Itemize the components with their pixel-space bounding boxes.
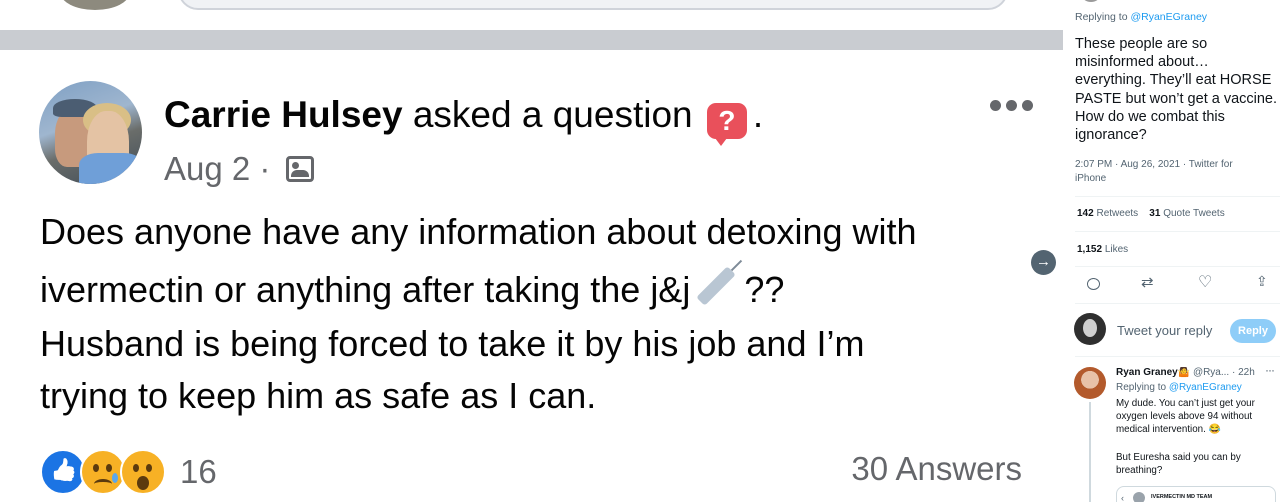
- dot: [990, 100, 1001, 111]
- post-date[interactable]: Aug 2: [164, 150, 250, 187]
- reply-text-2: But Euresha said you can by breathing?: [1116, 452, 1241, 477]
- post-line-2: ivermectin or anything after taking the …: [40, 259, 1040, 319]
- likes-count: 1,152: [1077, 244, 1103, 255]
- share-icon[interactable]: [1255, 273, 1271, 292]
- post-divider: [0, 30, 1063, 50]
- reply-replying-prefix: Replying to: [1116, 382, 1167, 393]
- retweets-label: Retweets: [1096, 208, 1139, 219]
- quote-label: Quote Tweets: [1163, 208, 1225, 219]
- retweets-count: 142: [1077, 208, 1094, 219]
- embedded-card[interactable]: ‹ IVERMECTIN MD TEAM: [1116, 486, 1276, 502]
- chevron-left-icon[interactable]: ‹: [1121, 493, 1124, 502]
- commenter-avatar: [60, 0, 130, 10]
- post-header: Carrie Hulsey asked a question ?.: [164, 94, 764, 146]
- comment-bar-fragment: [0, 0, 1063, 30]
- post-line-2-suffix: ??: [744, 269, 785, 310]
- divider: [1075, 356, 1280, 357]
- reactions-summary[interactable]: 16: [40, 449, 217, 495]
- post-body: Does anyone have any information about d…: [40, 204, 1040, 423]
- thread-line: [1089, 402, 1091, 502]
- tear: [112, 473, 118, 483]
- divider: [1075, 266, 1280, 267]
- dot: [1022, 100, 1033, 111]
- likes-label: Likes: [1104, 244, 1129, 255]
- eye: [146, 464, 152, 472]
- mouth: [137, 476, 149, 490]
- meta-separator: ·: [259, 150, 271, 187]
- twitter-thread-panel: Replying to @RyanEGraney These people ar…: [1063, 0, 1280, 502]
- divider: [1075, 196, 1280, 197]
- card-label: IVERMECTIN MD TEAM: [1151, 494, 1213, 500]
- answers-count[interactable]: 30 Answers: [851, 450, 1022, 488]
- reply-replying-handle[interactable]: @RyanEGraney: [1169, 382, 1242, 393]
- reply-replying-to: Replying to @RyanEGraney: [1116, 382, 1242, 393]
- reply-more-icon[interactable]: ···: [1265, 363, 1275, 377]
- reaction-count: 16: [180, 453, 217, 490]
- replying-handle-link[interactable]: @RyanEGraney: [1130, 11, 1207, 23]
- tweet-timestamp[interactable]: 2:07 PM · Aug 26, 2021 · Twitter for iPh…: [1075, 158, 1265, 185]
- eye: [93, 464, 99, 472]
- heart-icon[interactable]: [1198, 272, 1214, 292]
- reply-author-name[interactable]: Ryan Graney🤷: [1116, 367, 1190, 378]
- author-avatar[interactable]: [39, 81, 142, 184]
- comment-input-fragment[interactable]: [178, 0, 1008, 10]
- eye: [133, 464, 139, 472]
- retweet-stats[interactable]: 142 Retweets 31 Quote Tweets: [1077, 208, 1225, 219]
- trailing-period: .: [752, 94, 764, 135]
- post-action: asked a question: [412, 94, 693, 135]
- reply-button[interactable]: Reply: [1230, 319, 1276, 343]
- facebook-post-screenshot: Carrie Hulsey asked a question ?. Aug 2 …: [0, 0, 1063, 502]
- wow-reaction-icon: [120, 449, 166, 495]
- reply-author-avatar[interactable]: [1074, 367, 1106, 399]
- replying-to: Replying to @RyanEGraney: [1075, 11, 1207, 23]
- current-user-avatar[interactable]: [1074, 313, 1106, 345]
- replying-prefix: Replying to: [1075, 11, 1128, 23]
- reply-icon[interactable]: [1087, 278, 1100, 290]
- post-line-3: Husband is being forced to take it by hi…: [40, 323, 865, 364]
- divider: [1075, 303, 1280, 304]
- eye: [106, 464, 112, 472]
- question-icon: ?: [706, 103, 747, 146]
- retweet-icon[interactable]: [1141, 273, 1157, 292]
- likes-stats[interactable]: 1,152 Likes: [1077, 244, 1128, 255]
- card-avatar: [1133, 492, 1145, 502]
- post-line-2-text: ivermectin or anything after taking the …: [40, 269, 691, 310]
- tweet-text: These people are so misinformed about… e…: [1075, 36, 1278, 144]
- post-line-4: trying to keep him as safe as I can.: [40, 375, 597, 416]
- reply-handle-time: @Rya... · 22h: [1192, 367, 1255, 378]
- reply-compose-input[interactable]: Tweet your reply: [1117, 323, 1212, 338]
- syringe-icon: [696, 266, 737, 306]
- more-options-icon[interactable]: [990, 100, 1033, 111]
- divider: [1075, 231, 1280, 232]
- author-avatar-fragment: [1083, 0, 1099, 2]
- quote-count: 31: [1149, 208, 1161, 219]
- tweet-actions: [1087, 272, 1271, 292]
- avatar-shirt: [79, 153, 142, 184]
- mouth: [94, 479, 112, 489]
- author-name[interactable]: Carrie Hulsey: [164, 94, 403, 135]
- post-meta: Aug 2 ·: [164, 150, 314, 188]
- reply-header: Ryan Graney🤷 @Rya... · 22h: [1116, 367, 1276, 378]
- audience-photo-icon: [285, 156, 314, 182]
- dot: [1006, 100, 1017, 111]
- post-line-1: Does anyone have any information about d…: [40, 211, 917, 252]
- reply-text: My dude. You can’t just get your oxygen …: [1116, 398, 1255, 436]
- arrow-right-icon[interactable]: →: [1031, 250, 1056, 275]
